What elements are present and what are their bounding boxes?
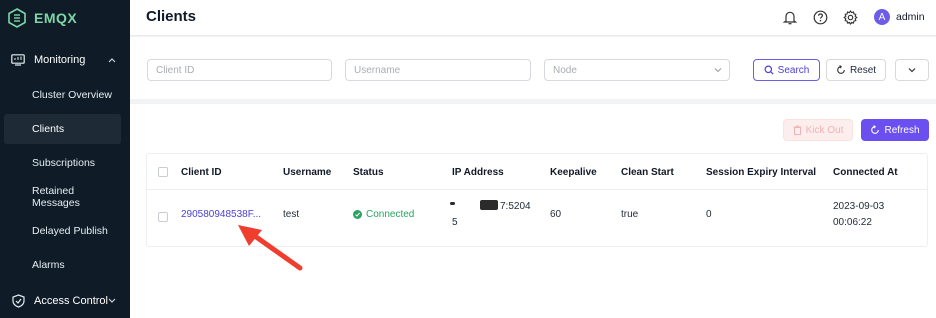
brand-name: EMQX xyxy=(34,10,78,26)
sidebar-item-label: Retained Messages xyxy=(32,185,80,209)
sidebar: EMQX Monitoring Cluster Overview Clients… xyxy=(0,0,130,318)
chevron-down-icon xyxy=(908,68,916,73)
clients-table: Client ID Username Status IP Address Kee… xyxy=(146,153,928,247)
sidebar-item-retained-messages[interactable]: Retained Messages xyxy=(4,182,121,212)
column-header-clean-start[interactable]: Clean Start xyxy=(621,167,674,178)
connected-at-time: 00:06:22 xyxy=(833,217,872,228)
column-header-session-expiry[interactable]: Session Expiry Interval xyxy=(706,167,816,178)
status-cell: Connected xyxy=(353,209,414,220)
search-icon xyxy=(764,65,774,75)
node-select-placeholder: Node xyxy=(553,64,577,76)
client-id-link[interactable]: 290580948538F... xyxy=(181,209,261,220)
column-header-keepalive[interactable]: Keepalive xyxy=(550,167,597,178)
chevron-down-icon xyxy=(714,68,722,73)
username-cell: test xyxy=(283,209,300,220)
reset-button[interactable]: Reset xyxy=(826,59,886,81)
table-header-row: Client ID Username Status IP Address Kee… xyxy=(147,154,927,190)
nav-group-access-control-label: Access Control xyxy=(34,295,108,307)
row-checkbox[interactable] xyxy=(158,212,168,222)
bell-icon[interactable] xyxy=(782,9,798,25)
sidebar-item-label: Clients xyxy=(32,123,65,135)
column-header-connected-at[interactable]: Connected At xyxy=(833,167,898,178)
sidebar-item-alarms[interactable]: Alarms xyxy=(4,250,121,280)
page-title: Clients xyxy=(146,8,197,25)
clients-content: Kick Out Refresh Client ID Username Stat… xyxy=(130,104,936,318)
column-header-status[interactable]: Status xyxy=(353,167,384,178)
node-select[interactable]: Node xyxy=(544,59,730,81)
nav-group-monitoring[interactable]: Monitoring xyxy=(0,45,130,75)
sidebar-item-label: Alarms xyxy=(32,259,65,271)
monitor-icon xyxy=(10,52,26,68)
avatar[interactable]: A xyxy=(874,9,890,25)
column-header-username[interactable]: Username xyxy=(283,167,331,178)
filter-bar: Node Search Reset xyxy=(130,37,936,99)
sidebar-item-label: Subscriptions xyxy=(32,157,96,169)
sidebar-item-label: Cluster Overview xyxy=(32,89,112,101)
username-input[interactable] xyxy=(345,59,531,81)
session-expiry-cell: 0 xyxy=(706,209,712,220)
refresh-button-label: Refresh xyxy=(884,124,920,136)
refresh-icon xyxy=(871,125,880,134)
reset-icon xyxy=(837,65,845,74)
column-header-client-id[interactable]: Client ID xyxy=(181,167,222,178)
clean-start-cell: true xyxy=(621,209,639,220)
keepalive-cell: 60 xyxy=(550,209,562,220)
client-id-input[interactable] xyxy=(147,59,332,81)
sidebar-item-subscriptions[interactable]: Subscriptions xyxy=(4,148,121,178)
table-row: 290580948538F... test Connected 7:5204 5… xyxy=(147,190,927,246)
reset-button-label: Reset xyxy=(849,64,877,76)
more-filters-button[interactable] xyxy=(895,59,929,81)
emqx-logo-icon xyxy=(8,8,26,28)
gear-icon[interactable] xyxy=(842,9,858,25)
user-name[interactable]: admin xyxy=(896,11,925,23)
chevron-up-icon xyxy=(108,58,116,63)
help-icon[interactable] xyxy=(812,9,828,25)
sidebar-item-label: Delayed Publish xyxy=(32,225,108,237)
refresh-button[interactable]: Refresh xyxy=(861,119,929,141)
nav-group-monitoring-label: Monitoring xyxy=(34,54,86,66)
check-circle-icon xyxy=(353,210,362,219)
column-header-ip-address[interactable]: IP Address xyxy=(452,167,504,178)
sidebar-item-clients[interactable]: Clients xyxy=(4,114,121,144)
chevron-down-icon xyxy=(108,298,116,303)
trash-icon xyxy=(793,125,802,135)
ip-address-cell-continued: 5 xyxy=(452,217,458,228)
nav-group-access-control[interactable]: Access Control xyxy=(0,286,130,316)
kick-out-button-label: Kick Out xyxy=(805,124,844,136)
brand[interactable]: EMQX xyxy=(8,6,77,30)
search-button-label: Search xyxy=(777,64,810,76)
redacted-ip-mark xyxy=(450,202,455,205)
kick-out-button[interactable]: Kick Out xyxy=(783,119,853,141)
ip-address-cell: 7:5204 xyxy=(500,201,531,212)
sidebar-item-cluster-overview[interactable]: Cluster Overview xyxy=(4,80,121,110)
shield-icon xyxy=(10,293,26,309)
sidebar-item-delayed-publish[interactable]: Delayed Publish xyxy=(4,216,121,246)
top-header: Clients A admin xyxy=(130,0,936,36)
status-text: Connected xyxy=(366,209,415,220)
search-button[interactable]: Search xyxy=(753,59,820,81)
connected-at-date: 2023-09-03 xyxy=(833,201,885,212)
redacted-ip-mark xyxy=(480,200,498,210)
select-all-checkbox[interactable] xyxy=(158,167,168,177)
